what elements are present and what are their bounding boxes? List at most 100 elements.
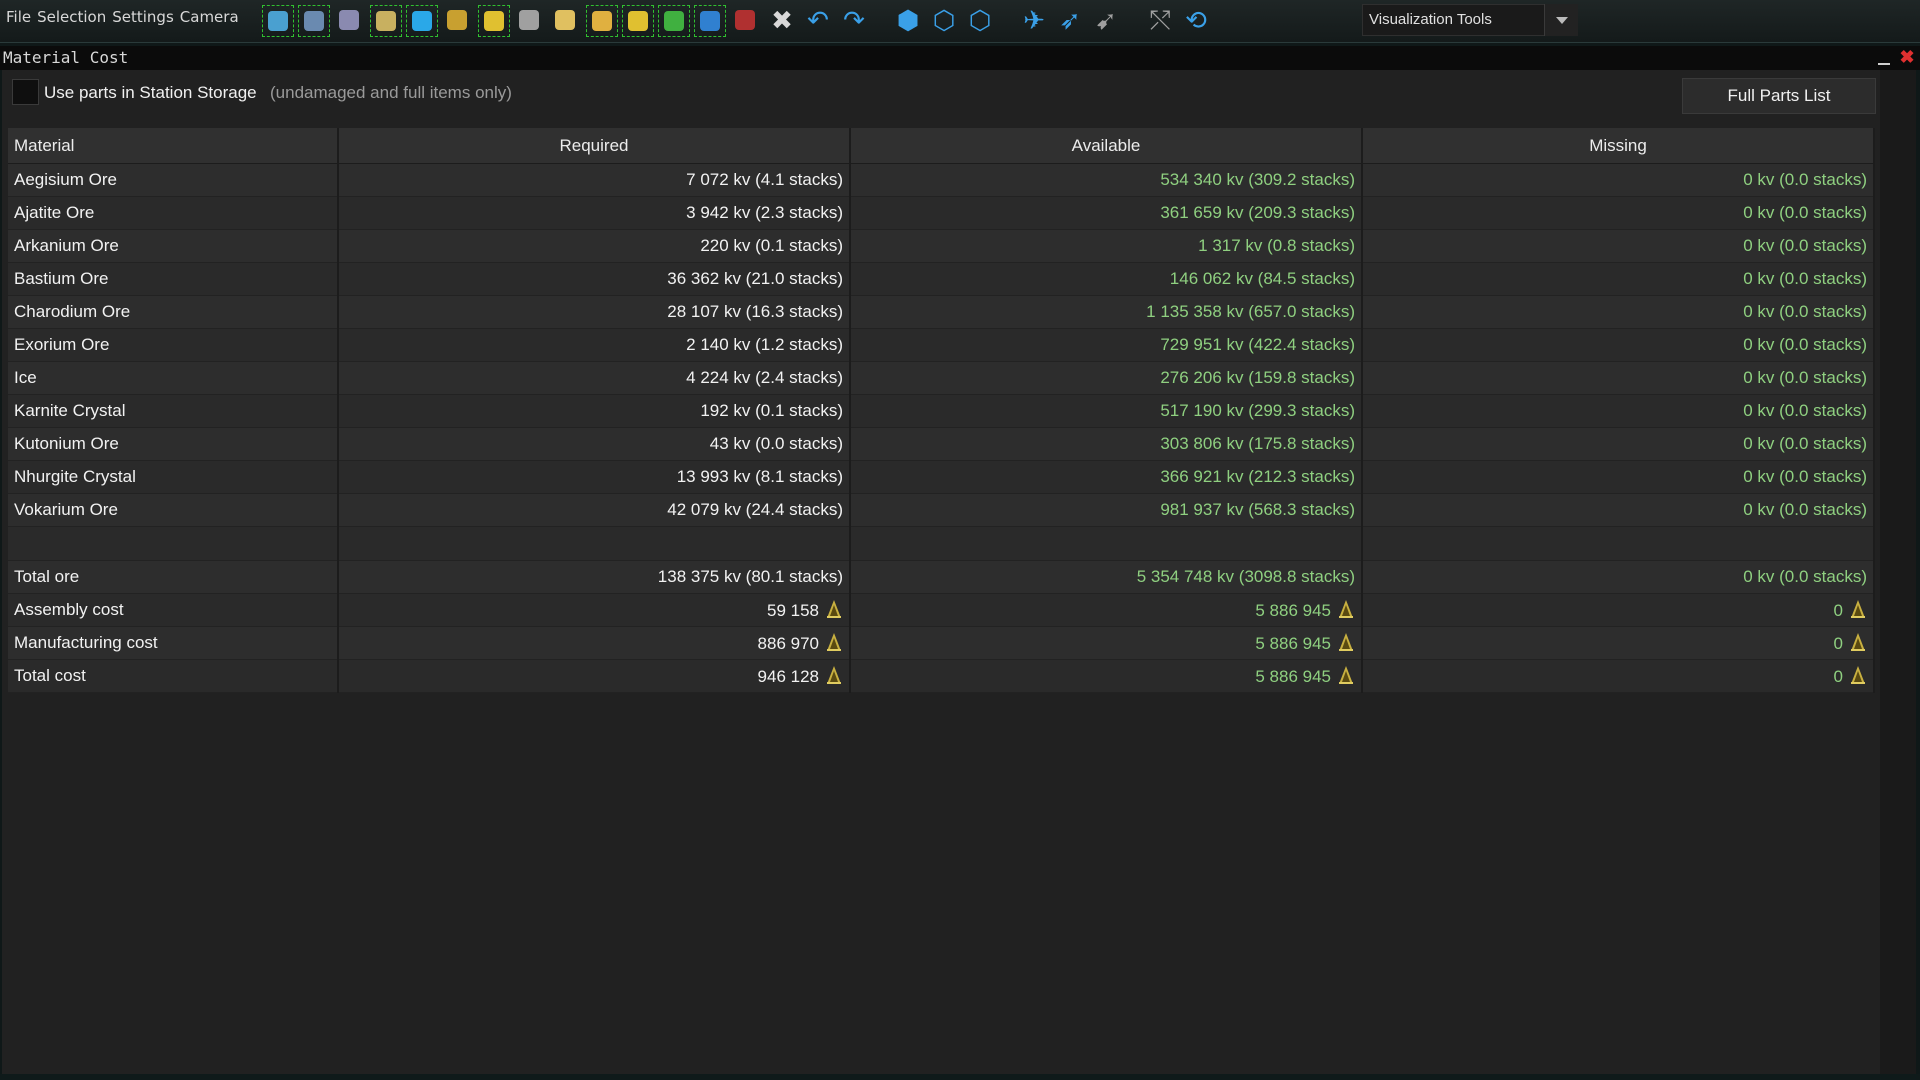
cell-material: Total ore bbox=[8, 560, 339, 594]
grid-icon[interactable] bbox=[514, 5, 546, 37]
cell-required: 946 128 bbox=[338, 659, 851, 693]
blueprint-view-icon-glyph bbox=[268, 11, 288, 31]
header-material: Material bbox=[8, 128, 339, 164]
table-row: Total ore 138 375 kv (80.1 stacks) 5 354 7… bbox=[8, 560, 1875, 594]
pie-icon[interactable] bbox=[622, 5, 654, 37]
fighter-icon-glyph: ➶ bbox=[1059, 6, 1081, 36]
credits-icon bbox=[1851, 666, 1865, 684]
station-storage-label[interactable]: Use parts in Station Storage bbox=[44, 83, 257, 103]
table-header: Material Required Available Missing bbox=[8, 128, 1875, 164]
branch-icon[interactable]: ⤲ bbox=[1144, 5, 1176, 37]
cell-available: 981 937 kv (568.3 stacks) bbox=[850, 493, 1363, 527]
spacer-row bbox=[8, 526, 1875, 561]
sphere-icon[interactable] bbox=[406, 5, 438, 37]
redo-icon[interactable]: ↷ bbox=[838, 5, 870, 37]
lock-icon-glyph bbox=[664, 11, 684, 31]
wrench-icon[interactable] bbox=[694, 5, 726, 37]
undo-icon[interactable]: ↶ bbox=[802, 5, 834, 37]
cost-value: 0 bbox=[1833, 667, 1843, 686]
material-table: Material Required Available Missing Aegi… bbox=[8, 128, 1875, 693]
cell-missing bbox=[1362, 526, 1875, 561]
main-menu: File Selection Settings Camera bbox=[6, 8, 239, 26]
credits-icon bbox=[1851, 600, 1865, 618]
credits-icon bbox=[827, 633, 841, 651]
cell-available: 303 806 kv (175.8 stacks) bbox=[850, 427, 1363, 461]
shuttle-icon[interactable]: ➹ bbox=[1090, 5, 1122, 37]
module-add-icon-glyph: ⬢ bbox=[896, 6, 920, 36]
cell-required: 42 079 kv (24.4 stacks) bbox=[338, 493, 851, 527]
cell-available: 1 317 kv (0.8 stacks) bbox=[850, 229, 1363, 263]
paint-icon-glyph bbox=[592, 11, 612, 31]
credits-icon bbox=[1851, 633, 1865, 651]
chevron-down-icon[interactable] bbox=[1544, 4, 1578, 36]
cell-material: Karnite Crystal bbox=[8, 394, 339, 428]
cell-material: Total cost bbox=[8, 659, 339, 693]
branch-icon-glyph: ⤲ bbox=[1149, 6, 1171, 36]
list-icon[interactable] bbox=[370, 5, 402, 37]
cell-required: 2 140 kv (1.2 stacks) bbox=[338, 328, 851, 362]
header-missing: Missing bbox=[1362, 128, 1875, 164]
window-title: Material Cost bbox=[3, 48, 129, 67]
cell-material: Arkanium Ore bbox=[8, 229, 339, 263]
cell-missing: 0 kv (0.0 stacks) bbox=[1362, 560, 1875, 594]
cell-missing: 0 bbox=[1362, 626, 1875, 660]
menu-selection[interactable]: Selection bbox=[37, 8, 106, 26]
parts-icon[interactable] bbox=[550, 5, 582, 37]
redo-icon-glyph: ↷ bbox=[843, 6, 865, 36]
parts-icon-glyph bbox=[555, 10, 575, 30]
fighter-icon[interactable]: ➶ bbox=[1054, 5, 1086, 37]
layers-icon[interactable] bbox=[442, 5, 474, 37]
cell-missing: 0 kv (0.0 stacks) bbox=[1362, 163, 1875, 197]
ship-icon-glyph: ✈ bbox=[1023, 6, 1045, 36]
full-parts-list-button[interactable]: Full Parts List bbox=[1682, 78, 1876, 114]
cost-value: 5 886 945 bbox=[1255, 601, 1331, 620]
station-storage-checkbox[interactable] bbox=[12, 79, 39, 105]
lock-icon[interactable] bbox=[658, 5, 690, 37]
cell-available: 5 886 945 bbox=[850, 659, 1363, 693]
module-copy-icon[interactable]: ⬡ bbox=[964, 5, 996, 37]
save-icon-glyph bbox=[735, 10, 755, 30]
paint-icon[interactable] bbox=[586, 5, 618, 37]
cell-required: 192 kv (0.1 stacks) bbox=[338, 394, 851, 428]
minimize-icon[interactable] bbox=[1876, 50, 1892, 66]
table-row: Manufacturing cost 886 970 5 886 945 0 bbox=[8, 626, 1875, 660]
cell-material: Aegisium Ore bbox=[8, 163, 339, 197]
header-required: Required bbox=[338, 128, 851, 164]
cost-value: 886 970 bbox=[757, 634, 819, 653]
cell-available: 5 354 748 kv (3098.8 stacks) bbox=[850, 560, 1363, 594]
table-row: Nhurgite Crystal 13 993 kv (8.1 stacks) 36… bbox=[8, 460, 1875, 494]
cell-required: 4 224 kv (2.4 stacks) bbox=[338, 361, 851, 395]
blueprint-view-icon[interactable] bbox=[262, 5, 294, 37]
delete-icon[interactable]: ✖ bbox=[766, 5, 798, 37]
wireframe-icon[interactable] bbox=[298, 5, 330, 37]
cell-missing: 0 kv (0.0 stacks) bbox=[1362, 328, 1875, 362]
menu-settings[interactable]: Settings bbox=[112, 8, 174, 26]
cell-material: Assembly cost bbox=[8, 593, 339, 627]
menu-file[interactable]: File bbox=[6, 8, 31, 26]
cell-available: 5 886 945 bbox=[850, 593, 1363, 627]
save-icon[interactable] bbox=[730, 5, 762, 37]
module-rotate-icon[interactable]: ⬡ bbox=[928, 5, 960, 37]
cell-required: 36 362 kv (21.0 stacks) bbox=[338, 262, 851, 296]
module-add-icon[interactable]: ⬢ bbox=[892, 5, 924, 37]
toolbar: ✖ ↶ ↷ ⬢ ⬡ ⬡ ✈ ➶ ➹ ⤲ ⟲ bbox=[262, 4, 1216, 38]
credits-icon bbox=[827, 666, 841, 684]
sphere-icon-glyph bbox=[412, 11, 432, 31]
tools-icon[interactable] bbox=[334, 5, 366, 37]
table-row: Karnite Crystal 192 kv (0.1 stacks) 517 19… bbox=[8, 394, 1875, 428]
cell-required: 3 942 kv (2.3 stacks) bbox=[338, 196, 851, 230]
cell-missing: 0 kv (0.0 stacks) bbox=[1362, 493, 1875, 527]
delete-icon-glyph: ✖ bbox=[771, 6, 793, 36]
cell-available: 276 206 kv (159.8 stacks) bbox=[850, 361, 1363, 395]
cost-value: 0 bbox=[1833, 634, 1843, 653]
cell-missing: 0 kv (0.0 stacks) bbox=[1362, 394, 1875, 428]
credits-icon bbox=[1339, 633, 1353, 651]
menu-camera[interactable]: Camera bbox=[180, 8, 239, 26]
ship-icon[interactable]: ✈ bbox=[1018, 5, 1050, 37]
magnet-icon[interactable]: ⟲ bbox=[1180, 5, 1212, 37]
table-row: Charodium Ore 28 107 kv (16.3 stacks) 1 13… bbox=[8, 295, 1875, 329]
module-rotate-icon-glyph: ⬡ bbox=[932, 6, 956, 36]
cell-material: Vokarium Ore bbox=[8, 493, 339, 527]
chart-icon[interactable] bbox=[478, 5, 510, 37]
close-icon[interactable]: ✖ bbox=[1898, 48, 1916, 66]
